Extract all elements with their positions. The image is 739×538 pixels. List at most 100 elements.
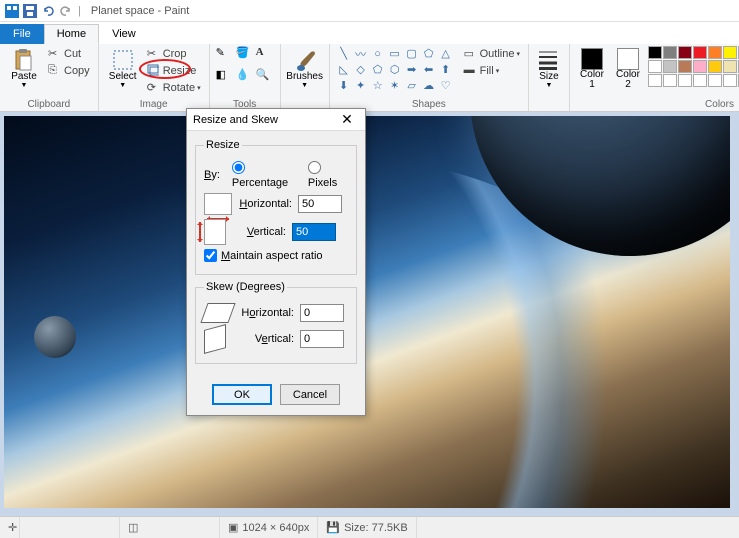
shape-oval[interactable]: ○: [370, 46, 386, 61]
color-swatch[interactable]: [648, 46, 662, 59]
group-tools: ✎ 🪣 A ◧ 💧 🔍 Tools: [210, 44, 281, 111]
cancel-button[interactable]: Cancel: [280, 384, 340, 405]
maintain-ratio-checkbox[interactable]: [204, 249, 217, 262]
radio-percentage[interactable]: Percentage: [232, 161, 296, 189]
tab-view[interactable]: View: [99, 24, 149, 44]
menu-bar: File Home View: [0, 22, 739, 44]
resize-skew-dialog: Resize and Skew ✕ Resize By: Percentage …: [186, 108, 366, 416]
canvas-dimensions: ▣ 1024 × 640px: [220, 517, 318, 538]
shape-star4[interactable]: ✦: [353, 78, 369, 93]
shape-callout[interactable]: ▱: [404, 78, 420, 93]
shape-star6[interactable]: ✶: [387, 78, 403, 93]
color-swatch[interactable]: [678, 74, 692, 87]
title-bar: | Planet space - Paint: [0, 0, 739, 22]
resize-horizontal-input[interactable]: [298, 195, 342, 213]
resize-v-icon: [204, 219, 226, 245]
shape-diamond[interactable]: ◇: [353, 62, 369, 77]
group-shapes: ╲ 〰 ○ ▭ ▢ ⬠ △ ◺ ◇ ⬠ ⬡ ➡ ⬅ ⬆ ⬇ ✦ ☆ ✶ ▱ ☁: [330, 44, 529, 111]
color-swatch[interactable]: [723, 74, 737, 87]
shape-arrow-r[interactable]: ➡: [404, 62, 420, 77]
shape-star5[interactable]: ☆: [370, 78, 386, 93]
skew-horizontal-input[interactable]: [300, 304, 344, 322]
color-swatch[interactable]: [723, 46, 737, 59]
color-swatch[interactable]: [693, 46, 707, 59]
shape-heart[interactable]: ♡: [438, 78, 454, 93]
h-label: Horizontal:: [238, 198, 292, 210]
color-palette: [648, 46, 739, 87]
shape-arrow-l[interactable]: ⬅: [421, 62, 437, 77]
fill-button[interactable]: ▬Fill▾: [462, 63, 522, 79]
color-swatch[interactable]: [648, 74, 662, 87]
close-button[interactable]: ✕: [335, 111, 359, 129]
color2-button[interactable]: Color 2: [612, 46, 644, 90]
skew-h-label: Horizontal:: [240, 307, 294, 319]
shape-line[interactable]: ╲: [336, 46, 352, 61]
save-icon[interactable]: [22, 3, 38, 19]
shape-hexagon[interactable]: ⬡: [387, 62, 403, 77]
paste-button[interactable]: Paste ▼: [6, 46, 42, 89]
color1-button[interactable]: Color 1: [576, 46, 608, 90]
shape-cloud[interactable]: ☁: [421, 78, 437, 93]
color-swatch[interactable]: [693, 60, 707, 73]
shape-polygon[interactable]: ⬠: [421, 46, 437, 61]
shape-triangle[interactable]: △: [438, 46, 454, 61]
outline-button[interactable]: ▭Outline▾: [462, 46, 522, 62]
size-button[interactable]: Size▼: [535, 46, 563, 89]
group-size: Size▼: [529, 44, 570, 111]
picker-tool[interactable]: 💧: [236, 68, 254, 88]
color-swatch[interactable]: [663, 60, 677, 73]
resize-vertical-input[interactable]: [292, 223, 336, 241]
file-size: 💾 Size: 77.5KB: [318, 517, 416, 538]
pencil-tool[interactable]: ✎: [216, 46, 234, 66]
shape-right-tri[interactable]: ◺: [336, 62, 352, 77]
color-swatch[interactable]: [693, 74, 707, 87]
brushes-button[interactable]: Brushes▼: [287, 46, 323, 89]
canvas-area: [0, 112, 739, 516]
rotate-button[interactable]: ⟳Rotate▾: [145, 80, 203, 96]
maintain-label: Maintain aspect ratio: [221, 250, 323, 262]
color-swatch[interactable]: [678, 60, 692, 73]
cut-button[interactable]: ✂Cut: [46, 46, 92, 62]
skew-v-icon: [204, 327, 234, 351]
fill-tool[interactable]: 🪣: [236, 46, 254, 66]
shape-arrow-u[interactable]: ⬆: [438, 62, 454, 77]
redo-icon[interactable]: [58, 3, 74, 19]
color-swatch[interactable]: [663, 74, 677, 87]
shape-curve[interactable]: 〰: [353, 46, 369, 61]
resize-h-icon: [204, 193, 232, 215]
color-swatch[interactable]: [663, 46, 677, 59]
tab-file[interactable]: File: [0, 24, 44, 44]
shape-arrow-d[interactable]: ⬇: [336, 78, 352, 93]
skew-vertical-input[interactable]: [300, 330, 344, 348]
color-swatch[interactable]: [648, 60, 662, 73]
copy-button[interactable]: ⎘Copy: [46, 63, 92, 79]
crop-button[interactable]: ✂Crop: [145, 46, 203, 62]
shape-roundrect[interactable]: ▢: [404, 46, 420, 61]
color-swatch[interactable]: [708, 46, 722, 59]
eraser-tool[interactable]: ◧: [216, 68, 234, 88]
undo-icon[interactable]: [40, 3, 56, 19]
resize-fieldset: Resize By: Percentage Pixels Horizontal:…: [195, 139, 357, 275]
text-tool[interactable]: A: [256, 46, 274, 66]
radio-pixels[interactable]: Pixels: [308, 161, 348, 189]
canvas[interactable]: [4, 116, 730, 508]
selection-size: ◫: [120, 517, 220, 538]
resize-button[interactable]: Resize: [145, 63, 203, 79]
color-swatch[interactable]: [723, 60, 737, 73]
color-swatch[interactable]: [708, 60, 722, 73]
color-swatch[interactable]: [708, 74, 722, 87]
app-icon: [4, 3, 20, 19]
window-title: Planet space - Paint: [91, 5, 189, 17]
group-colors: Color 1 Color 2 Edit Colors Edit Paint C…: [570, 44, 739, 111]
color-swatch[interactable]: [678, 46, 692, 59]
shapes-gallery[interactable]: ╲ 〰 ○ ▭ ▢ ⬠ △ ◺ ◇ ⬠ ⬡ ➡ ⬅ ⬆ ⬇ ✦ ☆ ✶ ▱ ☁: [336, 46, 454, 93]
magnifier-tool[interactable]: 🔍: [256, 68, 274, 88]
select-button[interactable]: Select▼: [105, 46, 141, 89]
dialog-title: Resize and Skew: [193, 114, 278, 126]
status-bar: ✛ ◫ ▣ 1024 × 640px 💾 Size: 77.5KB: [0, 516, 739, 538]
ok-button[interactable]: OK: [212, 384, 272, 405]
shape-rect[interactable]: ▭: [387, 46, 403, 61]
shape-pentagon[interactable]: ⬠: [370, 62, 386, 77]
tab-home[interactable]: Home: [44, 24, 99, 44]
paste-label: Paste: [11, 72, 37, 82]
